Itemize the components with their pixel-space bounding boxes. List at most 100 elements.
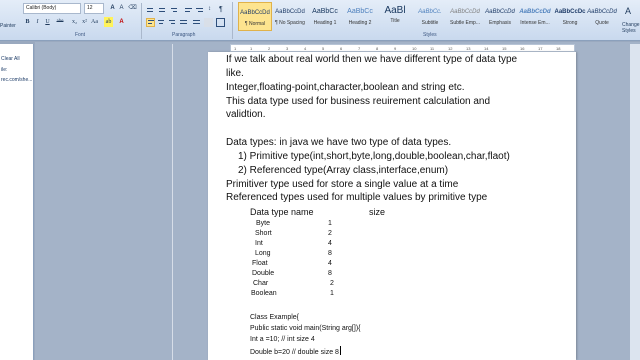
word-window: Painter Calibri (Body) 12 A A ⌫ B I U ab… — [0, 0, 640, 360]
clear-format-icon[interactable]: ⌫ — [128, 3, 137, 13]
shrink-font-icon[interactable]: A — [117, 3, 126, 13]
doc-line: If we talk about real world then we have… — [226, 54, 518, 65]
font-group-label: Font — [75, 32, 86, 38]
font-color-icon[interactable]: A — [117, 17, 126, 27]
style-sample: AaBbCc — [312, 8, 338, 15]
underline-button[interactable]: U — [43, 17, 52, 27]
code-line-text: Double b=20 // double size 8 — [250, 349, 339, 356]
table-cell-size: 1 — [330, 290, 334, 297]
paragraph-group-label: Paragraph — [172, 32, 196, 38]
table-cell-name: Float — [252, 260, 268, 267]
style-sample: AaBbCcDc — [554, 9, 586, 15]
style-name: Heading 1 — [313, 20, 337, 26]
document-page[interactable]: If we talk about real world then we have… — [208, 52, 576, 360]
ruler-tick: 13 — [466, 46, 471, 51]
style-name: Subtitle — [421, 20, 439, 26]
ruler-tick: 5 — [322, 46, 325, 51]
style-normal[interactable]: AaBbCcDd ¶ Normal — [238, 2, 272, 31]
style-name: Intense Em... — [520, 20, 550, 26]
ribbon: Painter Calibri (Body) 12 A A ⌫ B I U ab… — [0, 0, 640, 41]
style-subtitle[interactable]: AaBbCc. Subtitle — [413, 2, 447, 31]
ruler-tick: 8 — [376, 46, 379, 51]
font-group: Calibri (Body) 12 A A ⌫ B I U abe x₂ x² … — [20, 3, 141, 39]
style-quote[interactable]: AaBbCcDd Quote — [585, 2, 619, 31]
doc-line: like. — [226, 68, 244, 79]
ruler-tick: 10 — [412, 46, 417, 51]
bold-button[interactable]: B — [23, 17, 32, 27]
code-line: Public static void main(String arg[]){ — [250, 325, 361, 332]
change-styles-button[interactable]: A Change Styles — [620, 2, 640, 39]
decrease-indent-icon[interactable] — [184, 6, 193, 15]
ruler-tick: 12 — [448, 46, 453, 51]
superscript-icon[interactable]: x² — [80, 17, 89, 27]
ruler-tick: 11 — [430, 46, 435, 51]
bullets-icon[interactable] — [146, 6, 155, 15]
style-sample: AaBbCcDd — [587, 9, 617, 15]
code-line: Class Example{ — [250, 314, 300, 321]
align-right-icon[interactable] — [168, 18, 177, 27]
ruler-tick: 1 — [250, 46, 253, 51]
pilcrow-icon[interactable]: ¶ — [219, 6, 228, 15]
code-line: Double b=20 // double size 8 — [250, 346, 341, 356]
ruler-tick: 1 — [234, 46, 237, 51]
style-sample: AaBbCcDd — [275, 9, 305, 15]
table-cell-name: Boolean — [251, 290, 277, 297]
ruler-tick: 7 — [358, 46, 361, 51]
table-cell-name: Char — [253, 280, 269, 287]
style-no-spacing[interactable]: AaBbCcDd ¶ No Spacing — [273, 2, 307, 31]
style-sample: AaBbCcDd — [485, 9, 515, 15]
line-spacing-icon[interactable] — [192, 18, 201, 27]
ruler-tick: 16 — [520, 46, 525, 51]
format-painter-button[interactable]: Painter — [0, 23, 16, 29]
style-title[interactable]: AaBl Title — [378, 2, 412, 31]
doc-line: Integer,floating-point,character,boolean… — [226, 82, 465, 93]
styles-gallery: AaBbCcDd ¶ Normal AaBbCcDd ¶ No Spacing … — [232, 2, 618, 39]
borders-icon[interactable] — [216, 18, 225, 27]
change-case-icon[interactable]: Aa — [90, 17, 99, 27]
style-heading-1[interactable]: AaBbCc Heading 1 — [308, 2, 342, 31]
table-cell-name: Double — [252, 270, 275, 277]
style-name: Heading 2 — [348, 20, 372, 26]
style-heading-2[interactable]: AaBbCc Heading 2 — [343, 2, 377, 31]
style-name: ¶ Normal — [244, 21, 266, 27]
ruler-tick: 9 — [394, 46, 397, 51]
sort-icon[interactable]: ↕ — [208, 6, 217, 15]
clear-all-button[interactable]: Clear All — [1, 56, 20, 62]
doc-line: Primitiver type used for store a single … — [226, 179, 459, 190]
pane-label: ile: — [1, 67, 8, 73]
clipboard-item[interactable]: rec.com/she... — [1, 77, 32, 83]
align-left-icon[interactable] — [146, 18, 155, 27]
table-cell-size: 1 — [328, 220, 332, 227]
ruler-tick: 2 — [268, 46, 271, 51]
table-header-size: size — [369, 207, 386, 217]
horizontal-ruler[interactable]: 1 1 2 3 4 5 6 7 8 9 10 11 12 13 14 15 16… — [230, 44, 575, 52]
vertical-scrollbar[interactable] — [630, 44, 640, 360]
style-emphasis[interactable]: AaBbCcDd Emphasis — [483, 2, 517, 31]
justify-icon[interactable] — [179, 18, 188, 27]
subscript-icon[interactable]: x₂ — [70, 17, 79, 27]
doc-line: This data type used for business reuirem… — [226, 96, 491, 107]
font-name-select[interactable]: Calibri (Body) — [23, 3, 81, 14]
doc-list-item: 2) Referenced type(Array class,interface… — [238, 165, 449, 176]
multilevel-list-icon[interactable] — [170, 6, 179, 15]
style-subtle-emphasis[interactable]: AaBbCcDd Subtle Emp... — [448, 2, 482, 31]
change-styles-label: Change Styles — [622, 22, 640, 34]
ruler-tick: 17 — [538, 46, 543, 51]
clipboard-group: Painter — [0, 0, 20, 41]
highlight-color-icon[interactable]: ab — [104, 17, 113, 27]
doc-line: Referenced types used for multiple value… — [226, 192, 488, 203]
numbering-icon[interactable] — [158, 6, 167, 15]
shading-icon[interactable] — [204, 18, 213, 27]
align-center-icon[interactable] — [157, 18, 166, 27]
grow-font-icon[interactable]: A — [108, 3, 117, 13]
style-strong[interactable]: AaBbCcDc Strong — [553, 2, 587, 31]
divider — [172, 44, 173, 360]
increase-indent-icon[interactable] — [195, 6, 204, 15]
table-cell-size: 2 — [328, 230, 332, 237]
table-cell-name: Byte — [256, 220, 271, 227]
style-intense-emphasis[interactable]: AaBbCcDd Intense Em... — [518, 2, 552, 31]
font-size-select[interactable]: 12 — [84, 3, 104, 14]
doc-line: validtion. — [226, 109, 266, 120]
strikethrough-button[interactable]: abe — [53, 17, 67, 27]
italic-button[interactable]: I — [33, 17, 42, 27]
